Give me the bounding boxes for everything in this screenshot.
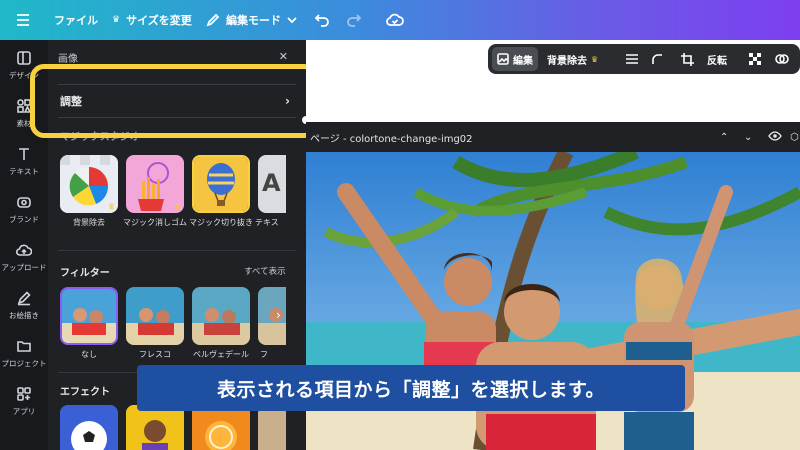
grab-text-tool[interactable]: A (258, 155, 286, 213)
effects-button[interactable] (770, 47, 794, 71)
corner-radius-icon (652, 54, 662, 64)
crown-icon: ♛ (174, 202, 182, 211)
portrait-thumbnail (126, 405, 184, 450)
filters-see-all-link[interactable]: すべて表示 (244, 265, 286, 277)
magic-eraser-tool-label: マジック消しゴム (123, 218, 187, 227)
pen-icon (17, 290, 31, 305)
bg-remove-tool-label: 背景除去 (73, 218, 105, 227)
edit-image-button[interactable]: 編集 (492, 47, 538, 71)
undo-icon (314, 14, 329, 27)
undo-button[interactable] (314, 0, 330, 40)
magic-grab-tool-label: マジック切り抜き (189, 218, 253, 227)
flip-button[interactable]: 反転 (702, 47, 732, 71)
effect-thumb-portrait[interactable] (126, 405, 184, 450)
chevron-down-icon (287, 17, 297, 24)
divider (58, 250, 296, 251)
filter-none-label: なし (81, 350, 97, 359)
text-a-thumbnail: A (262, 169, 281, 197)
flip-label: 反転 (707, 55, 727, 67)
file-menu-label: ファイル (54, 14, 98, 27)
file-menu-button[interactable]: ファイル (54, 0, 98, 40)
chevron-down-icon[interactable]: ⌄ (744, 132, 752, 143)
edit-mode-button[interactable]: 編集モード (206, 0, 297, 40)
chevron-up-icon[interactable]: ⌃ (720, 132, 728, 143)
folder-icon (17, 340, 31, 352)
upload-cloud-icon (16, 244, 32, 256)
eye-icon[interactable] (768, 130, 782, 144)
crown-icon: ♛ (112, 15, 121, 25)
transparency-button[interactable] (744, 47, 766, 71)
layout-icon (17, 50, 31, 65)
adjust-highlight-box (30, 64, 318, 138)
border-style-button[interactable] (620, 47, 644, 71)
page-header: ページ - colortone-change-img02 ⌃ ⌄ ⬡ (306, 122, 800, 152)
brand-icon (17, 196, 31, 208)
effects-section-title: エフェクト (60, 387, 110, 398)
filters-section-title: フィルター (60, 268, 110, 279)
grab-text-tool-label: テキス (255, 218, 279, 227)
app-root: ファイル ♛ サイズを変更 編集モード デザイン 素材 テキスト ブランド アッ… (0, 0, 800, 450)
filter-fresco-label: フレスコ (139, 350, 171, 359)
rail-label: テキスト (9, 166, 39, 176)
filter-next-label: フ (260, 350, 268, 359)
redo-icon (347, 14, 362, 27)
bg-remove-button[interactable]: 背景除去 ♛ (542, 47, 603, 71)
cloud-sync-button[interactable] (386, 0, 404, 40)
top-bar: ファイル ♛ サイズを変更 編集モード (0, 0, 800, 40)
rail-item-brand[interactable]: ブランド (0, 186, 48, 232)
resize-button[interactable]: ♛ サイズを変更 (112, 0, 192, 40)
rail-label: アップロード (1, 262, 47, 272)
filter-fresco[interactable] (126, 287, 184, 345)
filter-thumbnail (258, 287, 286, 345)
filter-thumbnail (192, 287, 250, 345)
close-icon[interactable]: ✕ (279, 50, 288, 63)
crown-icon: ♛ (108, 202, 116, 211)
filter-belvedere[interactable] (192, 287, 250, 345)
pencil-icon (206, 13, 220, 27)
lock-icon[interactable]: ⬡ (790, 132, 799, 143)
chevron-right-icon[interactable]: › (276, 308, 281, 322)
filter-thumbnail (126, 287, 184, 345)
rail-label: プロジェクト (1, 358, 47, 368)
resize-label: サイズを変更 (126, 14, 192, 27)
redo-button[interactable] (346, 0, 362, 40)
orange-thumbnail (192, 405, 250, 450)
crown-icon: ♛ (591, 54, 599, 64)
text-icon (19, 147, 29, 160)
effect-thumb-soccer[interactable] (60, 405, 118, 450)
image-toolbar: 編集 背景除去 ♛ 反転 (488, 44, 800, 74)
border-lines-icon (626, 54, 638, 64)
rail-item-draw[interactable]: お絵描き (0, 282, 48, 328)
rail-item-apps[interactable]: アプリ (0, 378, 48, 424)
crop-icon (681, 52, 694, 66)
filter-none[interactable] (60, 287, 118, 345)
image-edit-icon (497, 53, 509, 65)
edit-mode-label: 編集モード (226, 14, 281, 27)
soccer-ball-thumbnail (60, 405, 118, 450)
filter-belvedere-label: ベルヴェデール (193, 350, 249, 359)
overlap-circles-icon (775, 54, 789, 64)
rail-item-text[interactable]: テキスト (0, 138, 48, 184)
bg-remove-label: 背景除去 (547, 55, 587, 67)
rail-label: お絵描き (9, 310, 39, 320)
rail-item-upload[interactable]: アップロード (0, 234, 48, 280)
filter-next[interactable] (258, 287, 286, 345)
corner-rounding-button[interactable] (646, 47, 668, 71)
hamburger-icon[interactable] (16, 0, 30, 40)
effect-thumb-next[interactable] (258, 405, 286, 450)
crop-button[interactable] (676, 47, 699, 71)
cloud-check-icon (386, 13, 404, 26)
filter-thumbnail (62, 289, 116, 343)
page-title: ページ - colortone-change-img02 (310, 133, 473, 145)
rail-label: ブランド (9, 214, 39, 224)
crown-icon: ♛ (240, 202, 248, 211)
effect-thumb-orange[interactable] (192, 405, 250, 450)
rail-label: アプリ (12, 406, 36, 416)
apps-grid-icon (17, 386, 31, 401)
checkerboard-icon (749, 53, 761, 65)
rail-item-projects[interactable]: プロジェクト (0, 330, 48, 376)
tutorial-subtitle: 表示される項目から「調整」を選択します。 (137, 365, 685, 411)
edit-image-label: 編集 (513, 55, 533, 67)
